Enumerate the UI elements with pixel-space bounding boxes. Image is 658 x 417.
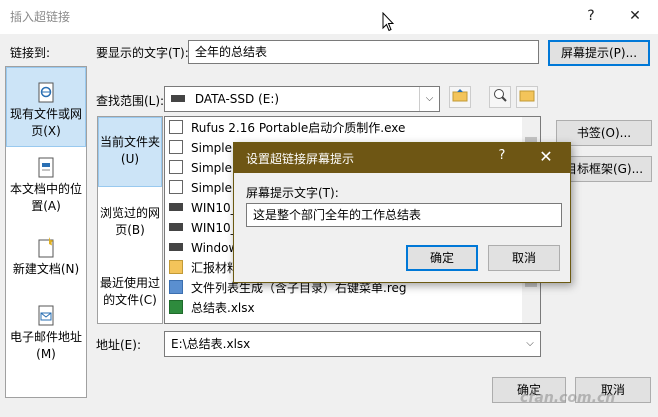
- drive-icon: [169, 243, 183, 251]
- list-item[interactable]: Window: [169, 238, 238, 258]
- link-to-existing-label: 现有文件或网页(X): [9, 107, 82, 138]
- address-input[interactable]: E:\总结表.xlsx ⌵: [164, 331, 541, 357]
- globe-document-icon: [38, 82, 54, 103]
- look-in-label: 查找范围(L):: [96, 94, 165, 108]
- list-item[interactable]: WIN10_: [169, 218, 237, 238]
- drive-icon: [169, 223, 183, 231]
- cursor-icon: [382, 12, 394, 32]
- list-item[interactable]: Rufus 2.16 Portable启动介质制作.exe: [169, 118, 405, 138]
- chevron-down-icon[interactable]: ⌵: [419, 87, 439, 111]
- dialog-cancel-button[interactable]: 取消: [488, 245, 560, 271]
- recent-files-tab[interactable]: 最近使用过的文件(C): [98, 257, 162, 317]
- dialog-help-button[interactable]: ?: [492, 148, 512, 163]
- file-icon: [169, 180, 183, 194]
- link-to-place-label: 本文档中的位置(A): [9, 182, 82, 213]
- drive-icon: [171, 95, 185, 102]
- dialog-ok-button[interactable]: 确定: [406, 245, 478, 271]
- file-icon: [169, 160, 183, 174]
- reg-icon: [169, 280, 183, 294]
- window-title: 插入超链接: [10, 10, 71, 24]
- watermark: cfan.com.cn: [520, 390, 616, 406]
- dialog-title-bar: 设置超链接屏幕提示 ? ✕: [234, 143, 570, 173]
- folder-icon: [169, 260, 183, 274]
- open-folder-icon: [519, 90, 535, 102]
- dialog-close-button[interactable]: ✕: [534, 147, 558, 166]
- browse-panel: 当前文件夹(U) 浏览过的网页(B) 最近使用过的文件(C): [97, 116, 163, 324]
- link-to-new-label: 新建文档(N): [12, 262, 80, 276]
- up-folder-icon[interactable]: [449, 86, 471, 108]
- list-item[interactable]: 总结表.xlsx: [169, 298, 255, 318]
- link-to-place-in-document[interactable]: 本文档中的位置(A): [6, 149, 86, 225]
- drive-icon: [169, 203, 183, 211]
- web-search-icon: [494, 89, 507, 102]
- screentip-text-label: 屏幕提示文字(T):: [246, 186, 339, 200]
- display-text-input[interactable]: 全年的总结表: [188, 40, 539, 64]
- browse-file-icon[interactable]: [516, 86, 538, 108]
- address-value: E:\总结表.xlsx: [171, 337, 251, 351]
- title-bar: 插入超链接 ? ✕: [0, 0, 658, 34]
- display-text-label: 要显示的文字(T):: [96, 46, 189, 60]
- browse-web-icon[interactable]: [489, 86, 511, 108]
- link-to-email-label: 电子邮件地址(M): [9, 330, 82, 361]
- screentip-text-input[interactable]: 这是整个部门全年的工作总结表: [246, 203, 562, 227]
- app-icon: [169, 120, 183, 134]
- xlsx-icon: [169, 300, 183, 314]
- email-icon: [38, 305, 54, 326]
- dialog-title: 设置超链接屏幕提示: [246, 152, 355, 166]
- link-to-existing-file[interactable]: 现有文件或网页(X): [6, 67, 86, 147]
- link-to-label: 链接到:: [10, 46, 51, 60]
- look-in-select[interactable]: DATA-SSD (E:) ⌵: [164, 86, 440, 112]
- screentip-dialog: 设置超链接屏幕提示 ? ✕ 屏幕提示文字(T): 这是整个部门全年的工作总结表 …: [233, 142, 571, 283]
- address-label: 地址(E):: [96, 338, 141, 352]
- file-icon: [169, 140, 183, 154]
- browsed-pages-tab[interactable]: 浏览过的网页(B): [98, 195, 162, 245]
- chevron-down-icon[interactable]: ⌵: [520, 332, 540, 356]
- look-in-value: DATA-SSD (E:): [194, 92, 280, 106]
- screentip-button[interactable]: 屏幕提示(P)...: [548, 40, 650, 66]
- list-item[interactable]: 汇报材料: [169, 258, 239, 278]
- link-to-panel: 现有文件或网页(X) 本文档中的位置(A) 新建文档(N) 电子邮件地址(M): [5, 66, 87, 398]
- document-place-icon: [38, 157, 54, 178]
- link-to-email[interactable]: 电子邮件地址(M): [6, 297, 86, 387]
- close-button[interactable]: ✕: [620, 4, 650, 28]
- link-to-new-document[interactable]: 新建文档(N): [6, 229, 86, 295]
- current-folder-tab[interactable]: 当前文件夹(U): [98, 117, 162, 187]
- new-document-icon: [38, 237, 54, 258]
- help-button[interactable]: ?: [576, 4, 606, 28]
- folder-up-icon: [452, 89, 468, 102]
